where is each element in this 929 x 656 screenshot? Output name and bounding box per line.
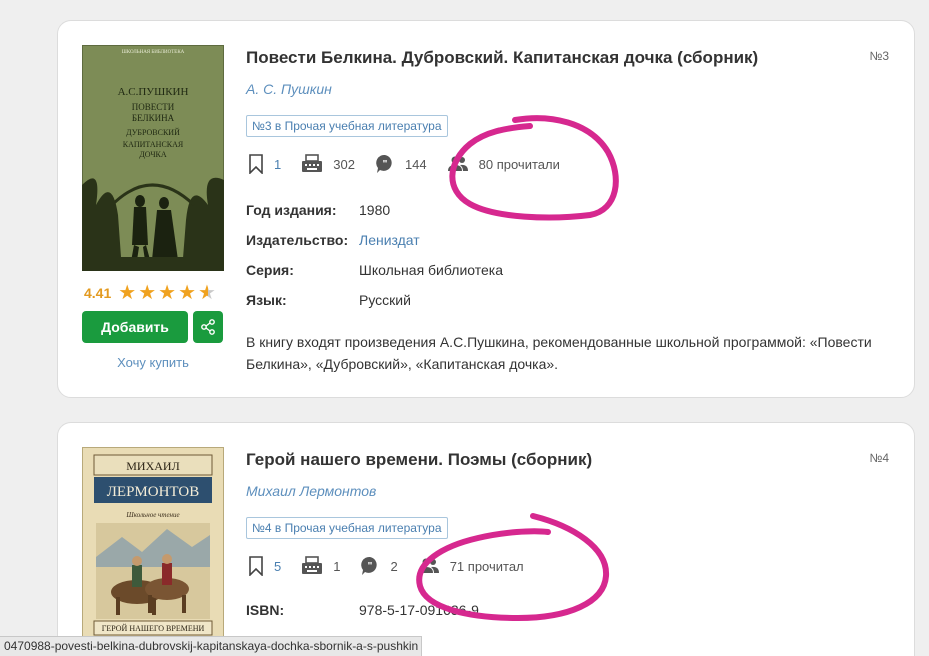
meta-label: Язык: <box>246 292 287 308</box>
stat-quotes[interactable]: 302 <box>301 154 355 174</box>
stat-bookmarks[interactable]: 1 <box>248 154 281 174</box>
share-button[interactable] <box>193 311 223 343</box>
meta-label: Год издания: <box>246 202 337 218</box>
stat-reviews[interactable]: " 144 <box>375 154 427 174</box>
meta-label: Серия: <box>246 262 294 278</box>
book-title[interactable]: Герой нашего времени. Поэмы (сборник) <box>246 450 592 470</box>
svg-text:МИХАИЛ: МИХАИЛ <box>126 459 179 473</box>
stat-bookmarks[interactable]: 5 <box>248 556 281 576</box>
book-number: №3 <box>869 49 889 63</box>
svg-text:КАПИТАНСКАЯ: КАПИТАНСКАЯ <box>123 140 184 149</box>
rank-tag[interactable]: №4 в Прочая учебная литература <box>246 517 448 539</box>
share-icon <box>201 319 215 335</box>
svg-text:БЕЛКИНА: БЕЛКИНА <box>132 113 175 123</box>
quotes-count: 1 <box>333 558 341 574</box>
book-title[interactable]: Повести Белкина. Дубровский. Капитанская… <box>246 48 758 68</box>
stat-readers[interactable]: 71 прочитал <box>418 558 524 574</box>
svg-text:ГЕРОЙ НАШЕГО ВРЕМЕНИ: ГЕРОЙ НАШЕГО ВРЕМЕНИ <box>102 624 205 633</box>
rank-tag[interactable]: №3 в Прочая учебная литература <box>246 115 448 137</box>
book-card: МИХАИЛ ЛЕРМОНТОВ Школьное чтение ГЕРОЙ Н… <box>57 422 915 656</box>
stat-reviews[interactable]: " 2 <box>360 556 398 576</box>
quote-bubble-icon: " <box>361 556 378 575</box>
book-description: В книгу входят произведения А.С.Пушкина,… <box>246 334 872 372</box>
meta-value: Школьная библиотека <box>359 262 503 278</box>
bookmarks-count: 5 <box>274 558 282 574</box>
svg-text:": " <box>383 159 388 170</box>
book-number: №4 <box>869 451 889 465</box>
readers-count: 71 прочитал <box>449 558 524 574</box>
typewriter-icon <box>302 556 323 574</box>
quote-bubble-icon: " <box>376 154 392 173</box>
status-bar-url: 0470988-povesti-belkina-dubrovskij-kapit… <box>0 636 422 656</box>
meta-label: Издательство: <box>246 232 349 248</box>
bookmark-icon <box>249 154 263 174</box>
book-cover[interactable]: МИХАИЛ ЛЕРМОНТОВ Школьное чтение ГЕРОЙ Н… <box>81 446 225 638</box>
users-icon <box>447 156 468 171</box>
bookmarks-count: 1 <box>274 156 282 172</box>
reviews-count: 144 <box>404 156 427 172</box>
svg-text:ШКОЛЬНАЯ БИБЛИОТЕКА: ШКОЛЬНАЯ БИБЛИОТЕКА <box>122 50 185 55</box>
want-buy-link[interactable]: Хочу купить <box>82 355 224 370</box>
svg-text:ДУБРОВСКИЙ: ДУБРОВСКИЙ <box>126 128 180 137</box>
book-cover[interactable]: ШКОЛЬНАЯ БИБЛИОТЕКА А.С.ПУШКИН ПОВЕСТИ Б… <box>81 44 225 272</box>
rating-value: 4.41 <box>84 285 112 301</box>
add-button[interactable]: Добавить <box>82 311 188 343</box>
rating: 4.41 ★ ★ ★ ★ ★ <box>84 283 218 303</box>
meta-value: Русский <box>359 292 411 308</box>
svg-text:Школьное чтение: Школьное чтение <box>125 511 179 519</box>
star-icon[interactable]: ★ <box>118 283 136 303</box>
stats-row: 1 302 " 144 80 прочитали <box>248 154 580 174</box>
svg-text:ДОЧКА: ДОЧКА <box>139 150 167 159</box>
stat-readers[interactable]: 80 прочитали <box>447 156 560 172</box>
meta-value: 978-5-17-091636-9 <box>359 602 479 618</box>
bookmark-icon <box>249 556 263 576</box>
book-author[interactable]: А. С. Пушкин <box>246 81 332 97</box>
quotes-count: 302 <box>333 156 355 172</box>
readers-count: 80 прочитали <box>478 156 560 172</box>
typewriter-icon <box>302 154 323 172</box>
users-icon <box>418 558 439 573</box>
book-author[interactable]: Михаил Лермонтов <box>246 483 376 499</box>
reviews-count: 2 <box>390 558 398 574</box>
svg-text:": " <box>368 561 373 572</box>
publisher-link[interactable]: Лениздат <box>359 232 420 248</box>
star-icon[interactable]: ★ <box>178 283 196 303</box>
svg-text:ПОВЕСТИ: ПОВЕСТИ <box>132 102 175 112</box>
star-half-icon[interactable]: ★ <box>198 283 216 303</box>
svg-text:ЛЕРМОНТОВ: ЛЕРМОНТОВ <box>107 484 199 500</box>
star-icon[interactable]: ★ <box>138 283 156 303</box>
stat-quotes[interactable]: 1 <box>301 556 340 576</box>
meta-value: 1980 <box>359 202 391 218</box>
stats-row: 5 1 " 2 71 прочитал <box>248 556 544 576</box>
meta-label: ISBN: <box>246 602 285 618</box>
book-card: ШКОЛЬНАЯ БИБЛИОТЕКА А.С.ПУШКИН ПОВЕСТИ Б… <box>57 20 915 398</box>
star-icon[interactable]: ★ <box>158 283 176 303</box>
svg-text:А.С.ПУШКИН: А.С.ПУШКИН <box>118 86 189 98</box>
